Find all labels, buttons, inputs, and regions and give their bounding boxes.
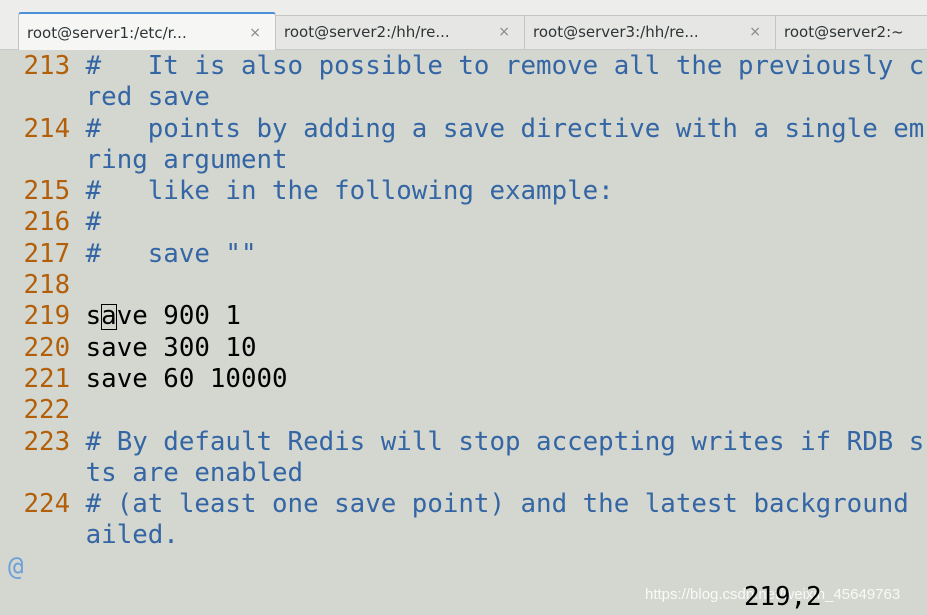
- line-text: save 60 10000: [85, 363, 288, 394]
- editor-line: 220 save 300 10: [8, 333, 924, 364]
- editor-line: 224 # (at least one save point) and the …: [8, 489, 924, 520]
- tab-bar: root@server1:/etc/r... × root@server2:/hh…: [0, 0, 927, 50]
- line-text: red save: [85, 82, 210, 113]
- line-number: 224: [23, 489, 71, 520]
- line-text: ts are enabled: [85, 457, 304, 488]
- line-text: #: [85, 207, 102, 238]
- tab-title: root@server2:/hh/re...: [284, 23, 450, 41]
- editor-line: 222: [8, 395, 924, 426]
- line-text: # (at least one save point) and the late…: [85, 489, 925, 520]
- editor-line: 223 # By default Redis will stop accepti…: [8, 426, 925, 458]
- editor-line-wrap: red save: [8, 82, 924, 113]
- gutter-pad: [8, 114, 24, 144]
- close-icon[interactable]: ×: [498, 16, 510, 48]
- gutter-pad: [70, 176, 86, 206]
- cursor-position: 219,2: [744, 582, 822, 612]
- continuation-marker: @: [8, 551, 24, 582]
- cursor: [101, 304, 117, 331]
- line-number: 217: [23, 238, 71, 269]
- gutter-pad: [70, 207, 86, 237]
- editor-line: 218: [8, 270, 924, 301]
- gutter-pad: [70, 458, 86, 488]
- gutter-pad: [70, 114, 86, 144]
- tab-server2[interactable]: root@server2:/hh/re... ×: [275, 15, 525, 49]
- line-text: # like in the following example:: [85, 176, 614, 207]
- gutter-pad: [8, 458, 24, 488]
- line-number: 219: [23, 301, 71, 332]
- line-number: 214: [23, 113, 71, 144]
- gutter-pad: [70, 51, 86, 81]
- close-icon[interactable]: ×: [749, 16, 761, 48]
- editor-line-wrap: ts are enabled: [8, 458, 924, 489]
- tab-server2-home[interactable]: root@server2:~: [775, 15, 927, 49]
- editor-line: 219 save 900 1: [8, 301, 924, 332]
- terminal-editor[interactable]: 213 # It is also possible to remove all …: [8, 51, 924, 583]
- editor-line: 213 # It is also possible to remove all …: [8, 51, 925, 82]
- gutter-pad: [8, 301, 24, 331]
- editor-line: 216 #: [8, 207, 924, 238]
- editor-line: 214 # points by adding a save directive …: [8, 113, 925, 145]
- gutter-pad: [70, 145, 86, 175]
- gutter-pad: [70, 333, 86, 363]
- gutter-pad: [70, 520, 86, 550]
- gutter-pad: [70, 82, 86, 112]
- gutter-pad: [70, 489, 86, 519]
- line-text: # By default Redis will stop accepting w…: [85, 426, 925, 457]
- gutter-pad: [8, 176, 24, 206]
- line-number: 216: [23, 207, 71, 238]
- line-text: # save "": [85, 238, 257, 269]
- gutter-pad: [8, 82, 24, 112]
- line-text: # points by adding a save directive with…: [85, 113, 925, 144]
- line-number: 220: [23, 332, 71, 363]
- gutter-pad: [8, 145, 24, 175]
- line-text: save 300 10: [85, 332, 257, 363]
- gutter-pad: [8, 239, 24, 269]
- gutter-pad: [8, 427, 24, 457]
- editor-line: 217 # save "": [8, 239, 924, 270]
- gutter-pad: [70, 395, 86, 425]
- line-number: 215: [23, 176, 71, 207]
- gutter-pad: [8, 520, 24, 550]
- tab-title: root@server3:/hh/re...: [533, 23, 699, 41]
- gutter-pad: [70, 427, 86, 457]
- line-number: 222: [23, 395, 71, 426]
- editor-line: 221 save 60 10000: [8, 364, 924, 395]
- gutter-pad: [8, 333, 24, 363]
- line-number: 218: [23, 270, 71, 301]
- line-text: ailed.: [85, 520, 179, 551]
- editor-line: 215 # like in the following example:: [8, 176, 924, 207]
- editor-line-wrap: ring argument: [8, 145, 924, 176]
- tab-title: root@server1:/etc/r...: [27, 24, 187, 42]
- gutter-pad: [70, 301, 86, 331]
- gutter-pad: [8, 270, 24, 300]
- line-text: # It is also possible to remove all the …: [85, 51, 925, 81]
- gutter-pad: [70, 364, 86, 394]
- line-text: ring argument: [85, 144, 288, 175]
- gutter-pad: [8, 395, 24, 425]
- gutter-pad: [8, 207, 24, 237]
- gutter-pad: [8, 364, 24, 394]
- line-number: 213: [23, 51, 71, 81]
- gutter-pad: [8, 489, 24, 519]
- editor-line-wrap: ailed.: [8, 520, 924, 551]
- tab-title: root@server2:~: [784, 23, 904, 41]
- close-icon[interactable]: ×: [249, 14, 261, 50]
- tab-server3[interactable]: root@server3:/hh/re... ×: [524, 15, 776, 49]
- line-number: 223: [23, 426, 71, 457]
- gutter-pad: [70, 270, 86, 300]
- line-number: 221: [23, 363, 71, 394]
- tab-server1[interactable]: root@server1:/etc/r... ×: [18, 12, 276, 50]
- gutter-pad: [70, 239, 86, 269]
- gutter-pad: [8, 51, 24, 81]
